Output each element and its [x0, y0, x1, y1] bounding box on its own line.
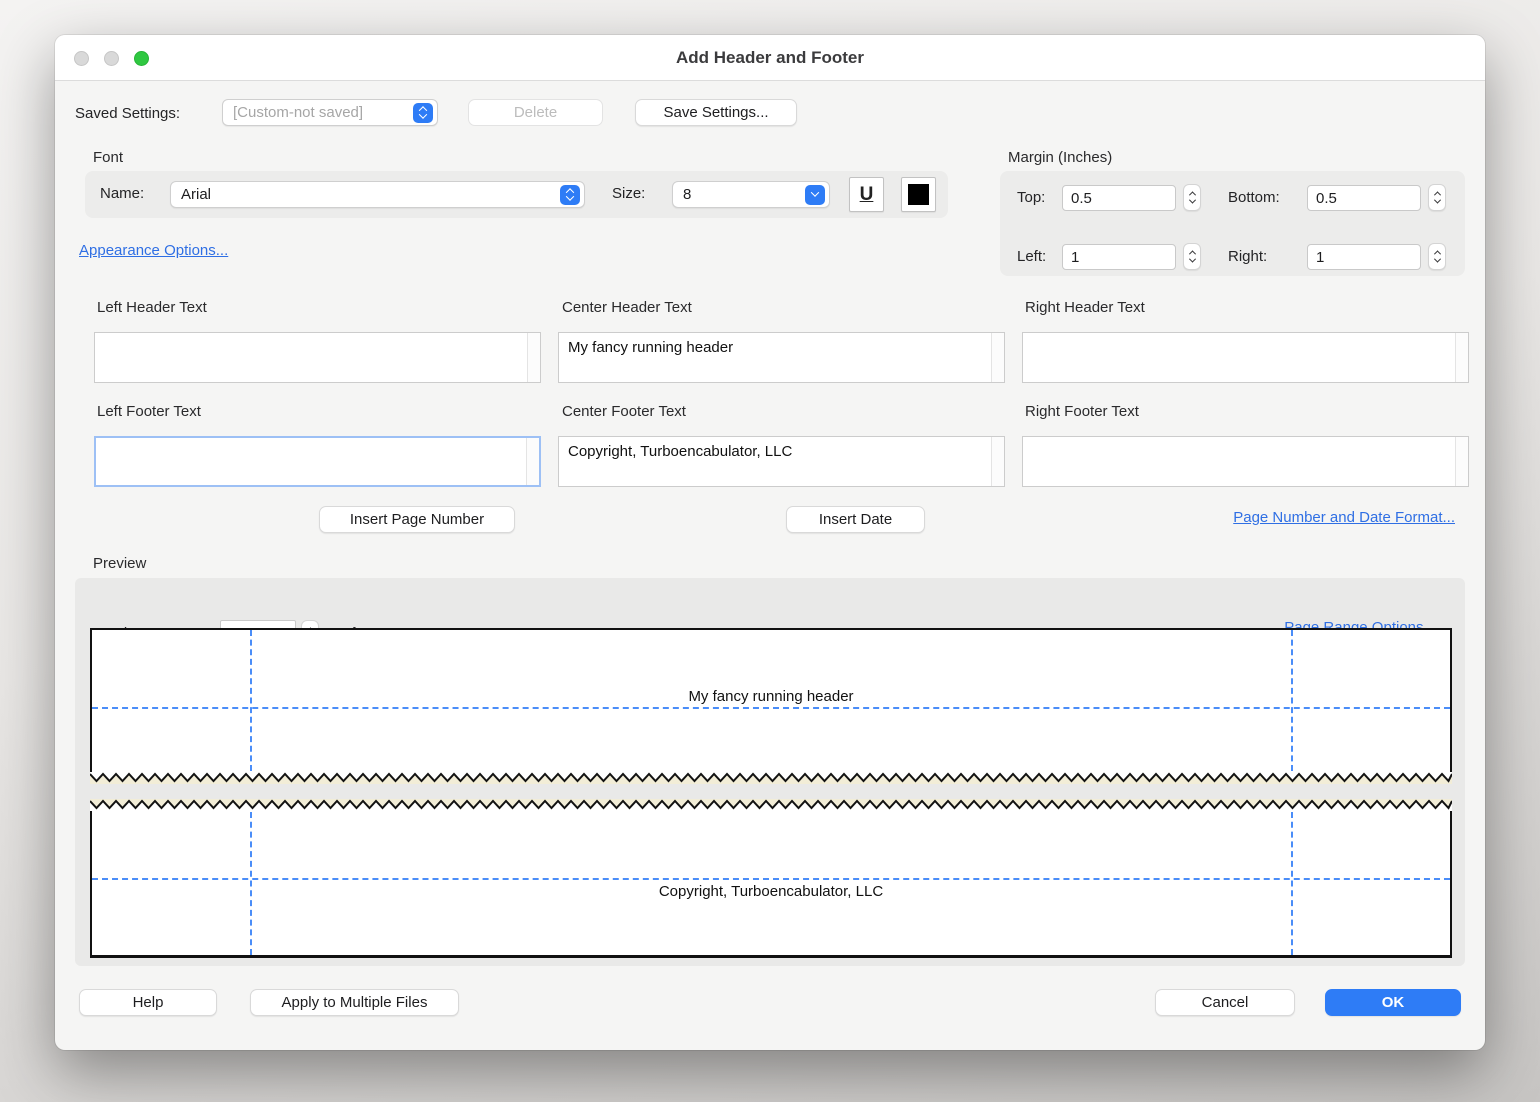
left-header-textarea-wrap — [94, 332, 541, 383]
right-footer-input[interactable] — [1023, 437, 1455, 486]
left-footer-input[interactable] — [96, 438, 526, 485]
margin-bottom-label: Bottom: — [1228, 189, 1280, 206]
font-size-dropdown[interactable]: 8 — [672, 181, 830, 208]
center-header-input[interactable]: My fancy running header — [559, 333, 991, 382]
insert-date-button[interactable]: Insert Date — [786, 506, 925, 533]
font-section-label: Font — [93, 149, 123, 166]
apply-to-multiple-files-button[interactable]: Apply to Multiple Files — [250, 989, 459, 1016]
dialog-title: Add Header and Footer — [55, 35, 1485, 81]
save-settings-button[interactable]: Save Settings... — [635, 99, 797, 126]
page-number-date-format-link[interactable]: Page Number and Date Format... — [1233, 509, 1455, 526]
margin-section-label: Margin (Inches) — [1008, 149, 1112, 166]
center-header-textarea-wrap: My fancy running header — [558, 332, 1005, 383]
right-header-label: Right Header Text — [1025, 299, 1145, 316]
chevron-up-down-icon — [560, 185, 580, 205]
help-button[interactable]: Help — [79, 989, 217, 1016]
chevron-up-down-icon — [413, 103, 433, 123]
scrollbar-track — [991, 437, 1004, 486]
right-header-textarea-wrap — [1022, 332, 1469, 383]
add-header-footer-dialog: Add Header and Footer Saved Settings: [C… — [55, 35, 1485, 1050]
scrollbar-track — [526, 438, 539, 485]
font-size-label: Size: — [612, 185, 645, 202]
title-bar: Add Header and Footer — [55, 35, 1485, 81]
margin-right-label: Right: — [1228, 248, 1267, 265]
scrollbar-track — [527, 333, 540, 382]
right-header-input[interactable] — [1023, 333, 1455, 382]
preview-panel: Preview Page of 1 Page Range Options... … — [75, 578, 1465, 966]
font-color-button[interactable] — [901, 177, 936, 212]
margin-left-label: Left: — [1017, 248, 1046, 265]
margin-top-stepper[interactable] — [1183, 184, 1201, 211]
left-header-input[interactable] — [95, 333, 527, 382]
scrollbar-track — [991, 333, 1004, 382]
margin-top-label: Top: — [1017, 189, 1045, 206]
preview-footer-text: Copyright, Turboencabulator, LLC — [92, 883, 1450, 900]
cancel-button[interactable]: Cancel — [1155, 989, 1295, 1016]
bottom-margin-guide — [92, 878, 1450, 880]
font-name-label: Name: — [100, 185, 144, 202]
scrollbar-track — [1455, 333, 1468, 382]
saved-settings-dropdown[interactable]: [Custom-not saved] — [222, 99, 438, 126]
preview-section-label: Preview — [93, 555, 146, 572]
center-footer-label: Center Footer Text — [562, 403, 686, 420]
margin-group: Top: Bottom: Left: Right: — [1000, 171, 1465, 276]
insert-page-number-button[interactable]: Insert Page Number — [319, 506, 515, 533]
margin-bottom-input[interactable] — [1307, 185, 1421, 211]
margin-right-input[interactable] — [1307, 244, 1421, 270]
font-name-value: Arial — [181, 186, 560, 203]
scrollbar-track — [1455, 437, 1468, 486]
top-margin-guide — [92, 707, 1450, 709]
underline-button[interactable]: U — [849, 177, 884, 212]
font-group: Name: Arial Size: 8 U — [85, 171, 948, 218]
center-footer-input[interactable]: Copyright, Turboencabulator, LLC — [559, 437, 991, 486]
right-footer-label: Right Footer Text — [1025, 403, 1139, 420]
font-name-dropdown[interactable]: Arial — [170, 181, 585, 208]
right-footer-textarea-wrap — [1022, 436, 1469, 487]
chevron-down-icon — [805, 185, 825, 205]
left-header-label: Left Header Text — [97, 299, 207, 316]
ok-button[interactable]: OK — [1325, 989, 1461, 1016]
left-footer-textarea-wrap — [94, 436, 541, 487]
font-size-value: 8 — [683, 186, 805, 203]
appearance-options-link[interactable]: Appearance Options... — [79, 242, 228, 259]
margin-bottom-stepper[interactable] — [1428, 184, 1446, 211]
center-header-label: Center Header Text — [562, 299, 692, 316]
preview-page-top: My fancy running header — [90, 628, 1452, 783]
margin-top-input[interactable] — [1062, 185, 1176, 211]
left-footer-label: Left Footer Text — [97, 403, 201, 420]
saved-settings-label: Saved Settings: — [75, 105, 180, 122]
margin-right-stepper[interactable] — [1428, 243, 1446, 270]
delete-button[interactable]: Delete — [468, 99, 603, 126]
saved-settings-value: [Custom-not saved] — [233, 104, 413, 121]
preview-header-text: My fancy running header — [92, 688, 1450, 705]
torn-edge-top — [90, 799, 1452, 811]
margin-left-input[interactable] — [1062, 244, 1176, 270]
underline-icon: U — [860, 184, 874, 206]
center-footer-textarea-wrap: Copyright, Turboencabulator, LLC — [558, 436, 1005, 487]
margin-left-stepper[interactable] — [1183, 243, 1201, 270]
preview-page-bottom: Copyright, Turboencabulator, LLC — [90, 800, 1452, 958]
color-swatch-icon — [908, 184, 929, 205]
torn-edge-bottom — [90, 772, 1452, 784]
